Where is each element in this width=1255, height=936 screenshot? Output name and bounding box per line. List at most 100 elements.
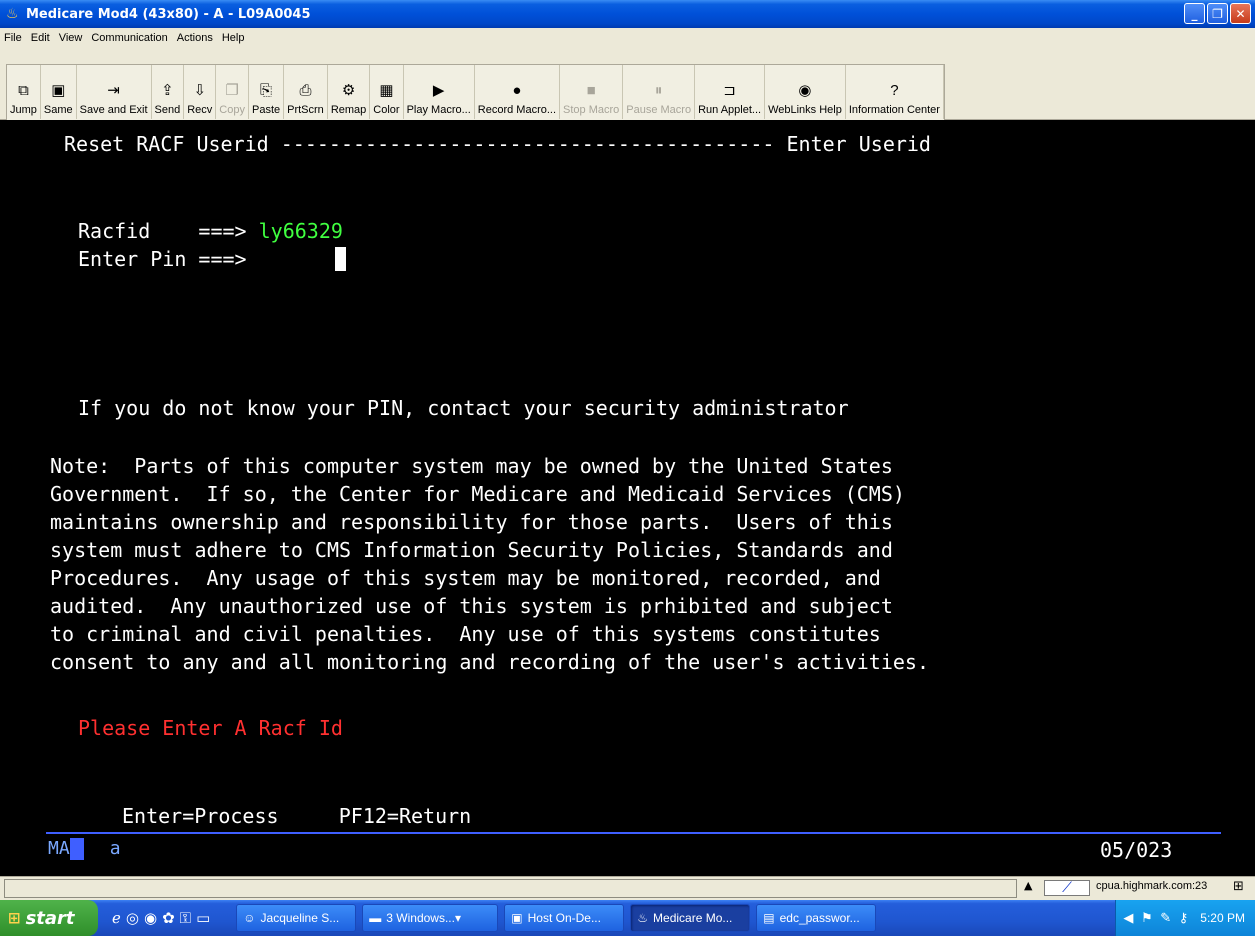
menu-help[interactable]: Help: [222, 32, 245, 44]
toolbar-button-label: Information Center: [848, 104, 940, 116]
jump-icon: ⧉: [18, 82, 29, 99]
java-app-icon: ♨: [6, 6, 19, 22]
play-macro-button[interactable]: ▶ Play Macro...: [404, 65, 475, 119]
menu-view[interactable]: View: [59, 32, 83, 44]
clock: 5:20 PM: [1200, 911, 1245, 925]
menu-file[interactable]: File: [4, 32, 22, 44]
same-icon: ▣: [51, 82, 66, 99]
toolbar-button-label: Remap: [330, 104, 367, 116]
taskbar-button[interactable]: ▬ 3 Windows... ▾: [362, 904, 499, 932]
taskbar-button[interactable]: ♨ Medicare Mo...: [630, 904, 751, 932]
internet-explorer-icon[interactable]: ℯ: [112, 909, 121, 927]
save-exit-button[interactable]: ⇥ Save and Exit: [77, 65, 152, 119]
copy-icon: ❐: [225, 82, 239, 99]
cursor-position: 05/023: [1100, 838, 1173, 862]
play-macro-icon: ▶: [432, 82, 445, 99]
note-line-4: system must adhere to CMS Information Se…: [50, 538, 893, 562]
shortcut-icon[interactable]: ⚿: [180, 909, 191, 927]
taskbar-button[interactable]: ▣ Host On-De...: [504, 904, 625, 932]
window-title-bar[interactable]: ♨ Medicare Mod4 (43x80) - A - L09A0045 _…: [0, 0, 1255, 28]
status-divider: [46, 832, 1221, 834]
status-ma: MA: [48, 838, 70, 859]
pf-key-legend: Enter=Process PF12=Return: [122, 804, 472, 828]
pin-hint: If you do not know your PIN, contact you…: [78, 396, 849, 420]
color-icon: ▦: [379, 82, 394, 99]
toolbar-button-label: Paste: [251, 104, 281, 116]
stop-macro-icon: ■: [586, 82, 596, 99]
racfid-field[interactable]: ly66329: [259, 219, 343, 243]
pin-input-cursor[interactable]: [334, 247, 346, 271]
toolbar-button-label: Record Macro...: [477, 104, 557, 116]
stop-macro-button: ■ Stop Macro: [560, 65, 624, 119]
message-area: [4, 879, 1017, 898]
toolbar-button-label: Color: [373, 104, 400, 116]
weblinks-help-button[interactable]: ◉ WebLinks Help: [765, 65, 846, 119]
chat-icon: ☺: [243, 911, 256, 925]
toolbar-button-label: Copy: [219, 104, 245, 116]
recv-icon: ⇩: [193, 82, 207, 99]
taskbar: ⊞ start ℯ ◎ ◉ ✿ ⚿ ▭ ☺ Jacqueline S... ▬ 3 Wi…: [0, 900, 1255, 936]
host-address: cpua.highmark.com:23: [1096, 880, 1208, 892]
run-applet-icon: ⊐: [723, 82, 736, 99]
menu-communication[interactable]: Communication: [91, 32, 167, 44]
maximize-button[interactable]: ❐: [1207, 3, 1228, 24]
information-center-button[interactable]: ? Information Center: [846, 65, 944, 119]
color-button[interactable]: ▦ Color: [370, 65, 404, 119]
remap-icon: ⚙: [341, 82, 356, 99]
toolbar-button-label: PrtScrn: [287, 104, 324, 116]
close-button[interactable]: ✕: [1230, 3, 1251, 24]
menu-actions[interactable]: Actions: [177, 32, 213, 44]
folder-icon: ▬: [369, 911, 382, 925]
run-applet-button[interactable]: ⊐ Run Applet...: [695, 65, 766, 119]
taskbar-button-label: 3 Windows...: [386, 911, 455, 925]
document-icon: ▤: [763, 911, 775, 925]
toolbar-button-label: Play Macro...: [406, 104, 471, 116]
screen-header: Reset RACF Userid ----------------------…: [64, 132, 931, 156]
record-macro-button[interactable]: ● Record Macro...: [475, 65, 561, 119]
remap-button[interactable]: ⚙ Remap: [328, 65, 371, 119]
toolbar-button-label: Stop Macro: [563, 104, 620, 116]
menu-edit[interactable]: Edit: [31, 32, 50, 44]
taskbar-button-label: Jacqueline S...: [260, 911, 340, 925]
taskbar-button[interactable]: ▤ edc_passwor...: [756, 904, 877, 932]
toolbar-button-label: Save and Exit: [79, 104, 148, 116]
quick-launch: ℯ ◎ ◉ ✿ ⚿ ▭: [112, 909, 210, 927]
header-dashes: ----------------------------------------…: [280, 132, 775, 156]
status-a: a: [109, 838, 121, 859]
send-button[interactable]: ⇪ Send: [152, 65, 185, 119]
terminal-screen[interactable]: Reset RACF Userid ----------------------…: [0, 120, 1255, 880]
note-line-1: Note: Parts of this computer system may …: [50, 454, 893, 478]
same-button[interactable]: ▣ Same: [41, 65, 77, 119]
connection-icon: ⟋: [1044, 880, 1090, 896]
note-line-8: consent to any and all monitoring and re…: [50, 650, 929, 674]
jump-button[interactable]: ⧉ Jump: [7, 65, 41, 119]
start-label: start: [25, 907, 75, 929]
taskbar-button[interactable]: ☺ Jacqueline S...: [236, 904, 357, 932]
minimize-button[interactable]: _: [1184, 3, 1205, 24]
paste-icon: ⎘: [260, 82, 273, 99]
tray-icons[interactable]: ◀ ⚑ ✎ ⚷: [1123, 910, 1190, 926]
paste-button[interactable]: ⎘ Paste: [249, 65, 285, 119]
toolbar-button-label: Same: [43, 104, 73, 116]
information-center-icon: ?: [890, 82, 899, 99]
messenger-icon[interactable]: ◉: [144, 909, 157, 927]
note-line-2: Government. If so, the Center for Medica…: [50, 482, 905, 506]
toolbar-button-label: Send: [154, 104, 181, 116]
print-screen-button[interactable]: ⎙ PrtScrn: [284, 65, 328, 119]
toolbar-button-label: WebLinks Help: [768, 104, 842, 116]
toolbar: ⧉ Jump ▣ Same ⇥ Save and Exit ⇪ Send ⇩ Recv ❐ Copy ⎘…: [0, 58, 1255, 120]
status-bar: ▲ ⟋ cpua.highmark.com:23 ⊞: [0, 876, 1255, 900]
folder-shortcut-icon[interactable]: ▭: [196, 909, 210, 927]
start-button[interactable]: ⊞ start: [0, 900, 98, 936]
up-arrow-icon[interactable]: ▲: [1024, 879, 1032, 892]
taskbar-button-label: edc_passwor...: [779, 911, 860, 925]
browser-icon[interactable]: ◎: [126, 909, 139, 927]
pause-macro-icon: ⏸: [654, 82, 663, 99]
record-macro-icon: ●: [512, 82, 522, 99]
toolbar-button-label: Pause Macro: [626, 104, 692, 116]
media-icon[interactable]: ✿: [162, 909, 175, 927]
oia-status: MA a: [48, 836, 121, 862]
recv-button[interactable]: ⇩ Recv: [184, 65, 217, 119]
racfid-label: Racfid ===>: [78, 219, 247, 243]
taskbar-button-label: Host On-De...: [527, 911, 601, 925]
